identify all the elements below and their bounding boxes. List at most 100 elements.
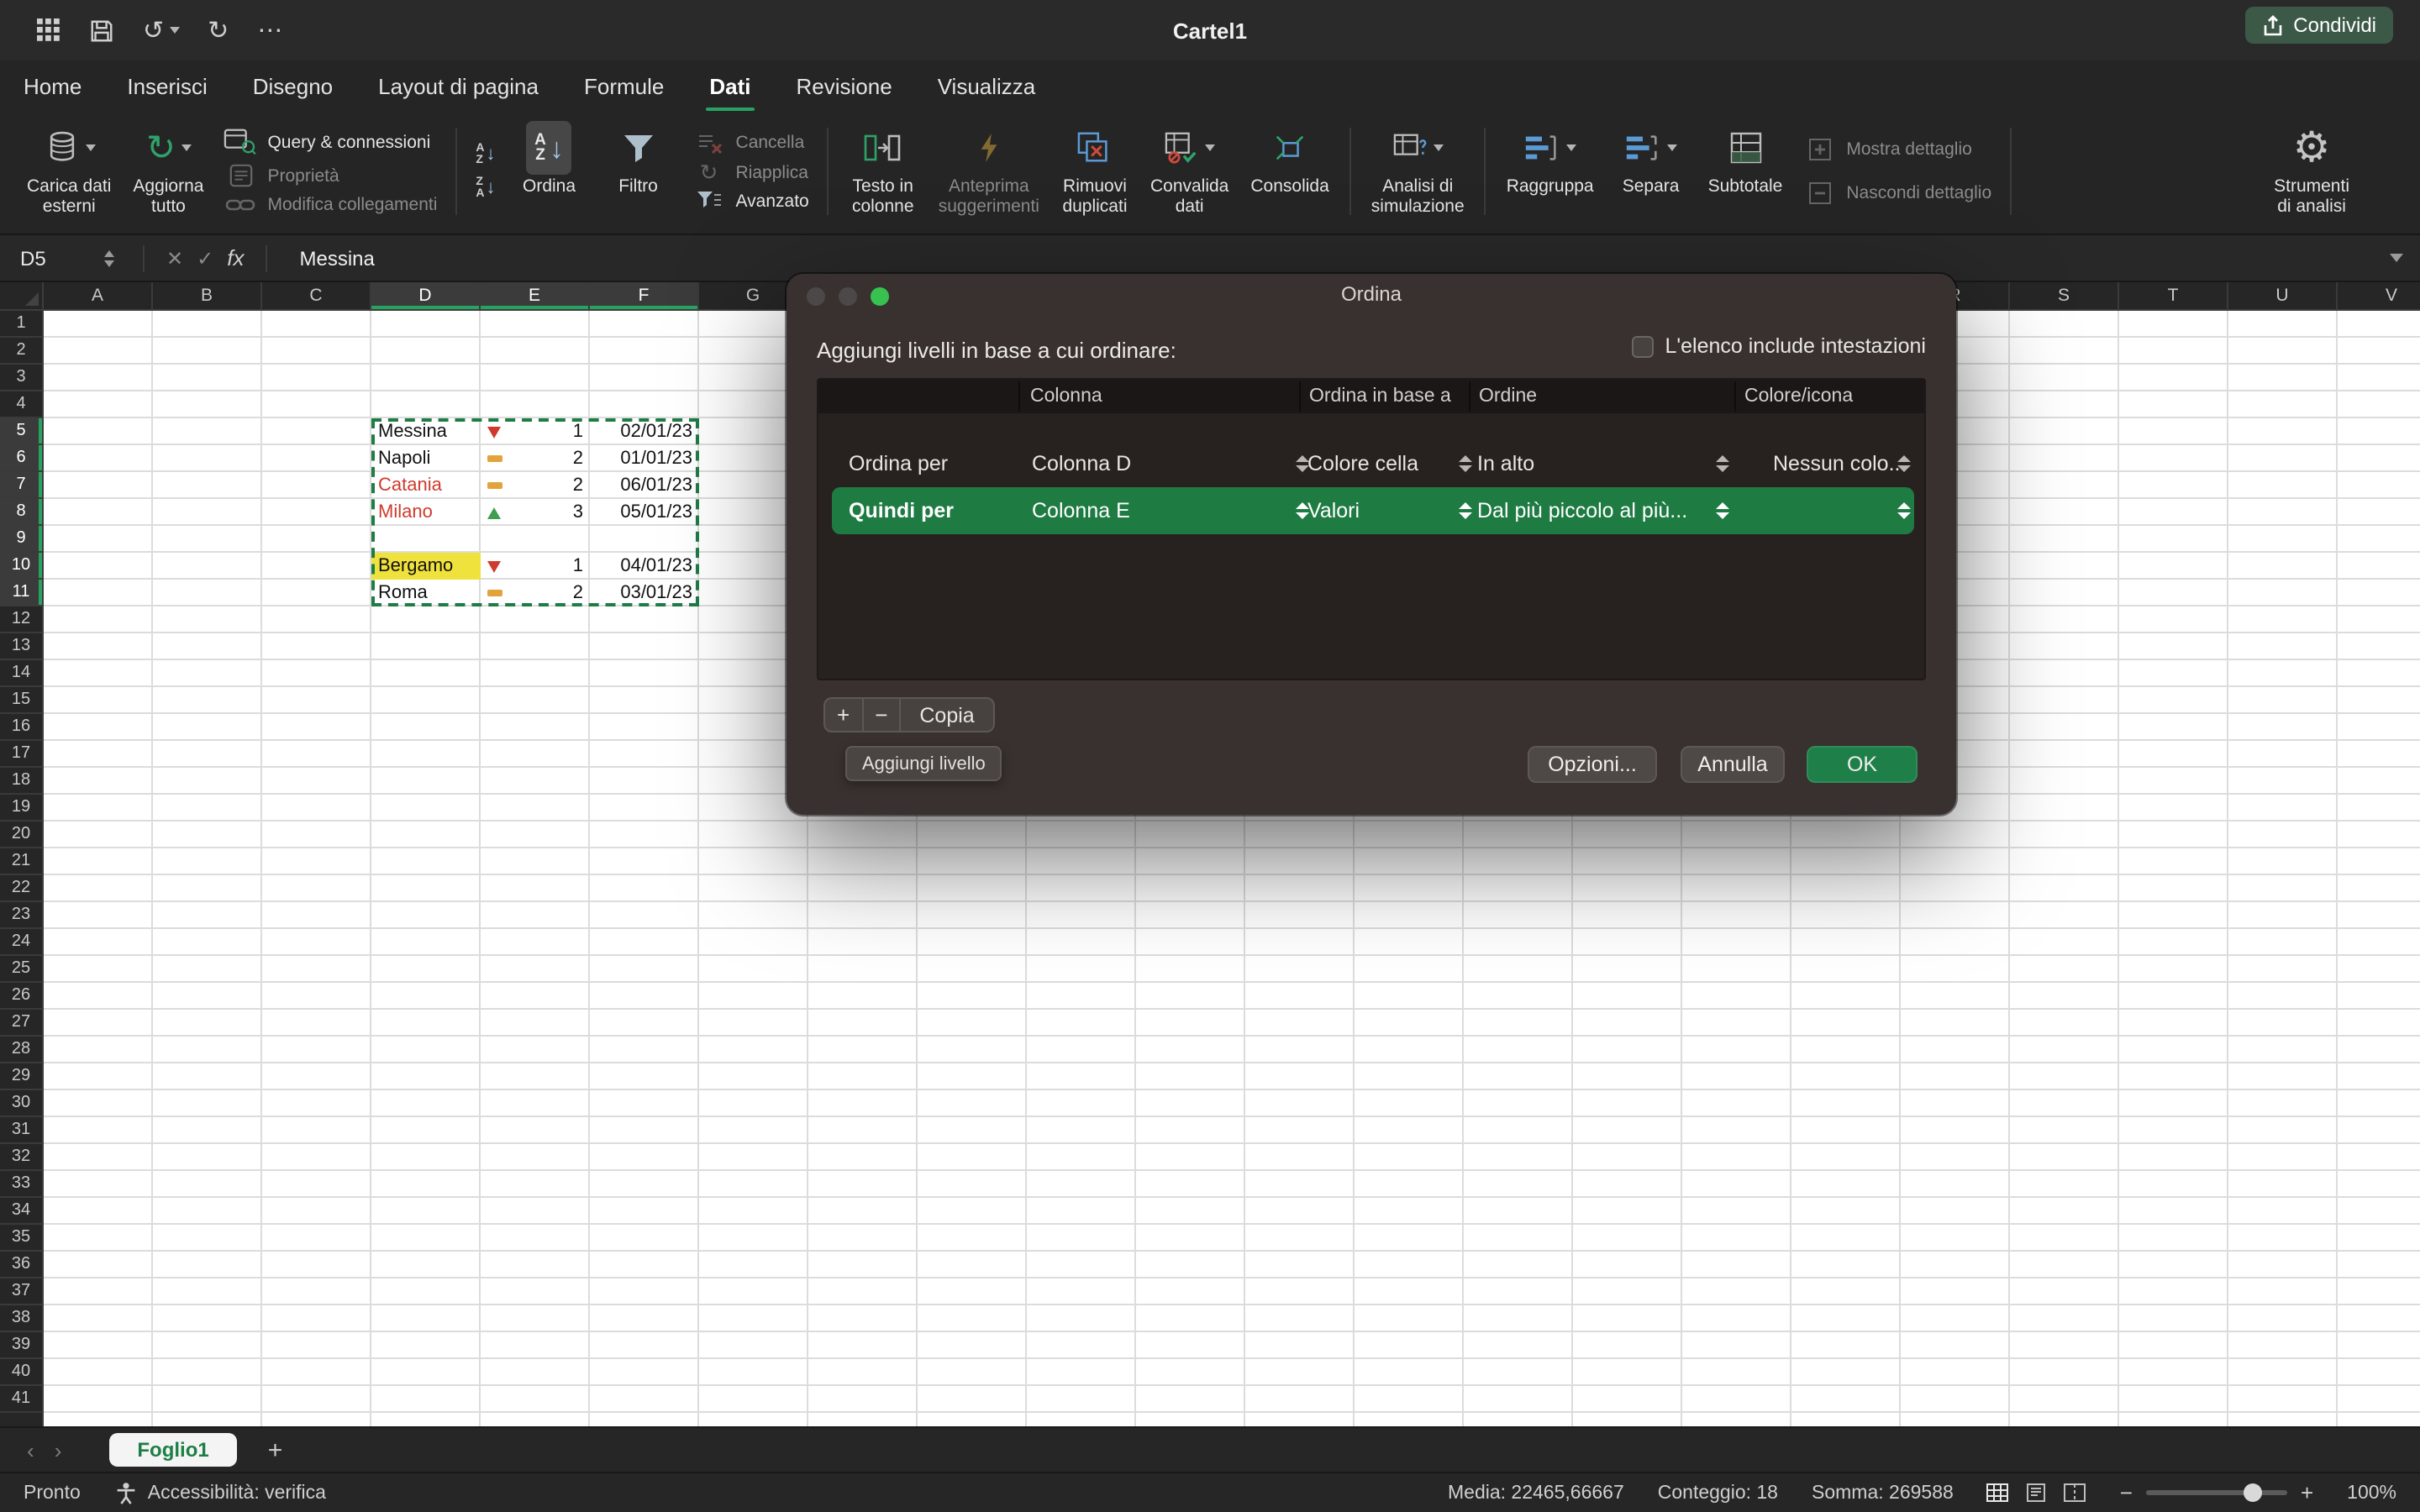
cell-D5[interactable]: Messina — [371, 418, 481, 445]
cell-F5[interactable]: 02/01/23 — [590, 418, 699, 445]
ordine-dropdown-stepper[interactable] — [1711, 451, 1733, 476]
row-header-2[interactable]: 2 — [0, 338, 42, 365]
row-header-31[interactable]: 31 — [0, 1117, 42, 1144]
row-header-33[interactable]: 33 — [0, 1171, 42, 1198]
cell-E11[interactable]: 2 — [481, 580, 590, 606]
column-header-D[interactable]: D — [371, 282, 481, 309]
row-header-7[interactable]: 7 — [0, 472, 42, 499]
cell-E10[interactable]: 1 — [481, 553, 590, 580]
row-header-40[interactable]: 40 — [0, 1359, 42, 1386]
select-all-corner[interactable] — [0, 282, 44, 311]
ordina-in-base-a-dropdown-stepper[interactable] — [1454, 498, 1476, 523]
row-header-36[interactable]: 36 — [0, 1252, 42, 1278]
tab-inserisci[interactable]: Inserisci — [127, 60, 207, 111]
row-header-25[interactable]: 25 — [0, 956, 42, 983]
zoom-out-icon[interactable]: − — [2120, 1480, 2133, 1505]
row-header-21[interactable]: 21 — [0, 848, 42, 875]
sort-za-button[interactable]: ZA↓ — [472, 176, 498, 200]
tab-dati[interactable]: Dati — [709, 60, 750, 111]
row-header-12[interactable]: 12 — [0, 606, 42, 633]
colore-icona-dropdown-stepper[interactable] — [1892, 451, 1914, 476]
row-header-17[interactable]: 17 — [0, 741, 42, 768]
accessibility-status[interactable]: Accessibilità: verifica — [114, 1481, 326, 1504]
row-header-3[interactable]: 3 — [0, 365, 42, 391]
share-button[interactable]: Condividi — [2244, 7, 2393, 44]
zoom-in-icon[interactable]: + — [2301, 1480, 2313, 1505]
ordine-dropdown-stepper[interactable] — [1711, 498, 1733, 523]
cell-E5[interactable]: 1 — [481, 418, 590, 445]
column-header-U[interactable]: U — [2228, 282, 2338, 309]
header-checkbox[interactable] — [1631, 335, 1653, 357]
raggruppa-button[interactable]: Raggruppa — [1498, 118, 1602, 225]
view-normal-icon[interactable] — [1987, 1483, 2009, 1502]
ordina-in-base-a-dropdown-stepper[interactable] — [1454, 451, 1476, 476]
name-box-stepper[interactable] — [104, 249, 114, 266]
row-header-9[interactable]: 9 — [0, 526, 42, 553]
row-header-35[interactable]: 35 — [0, 1225, 42, 1252]
sheet-tab-foglio1[interactable]: Foglio1 — [108, 1433, 237, 1467]
testo-in-colonne-button[interactable]: Testo incolonne — [841, 118, 925, 225]
rimuovi-duplicati-button[interactable]: Rimuoviduplicati — [1053, 118, 1137, 225]
remove-level-button[interactable]: − — [863, 699, 901, 731]
row-header-11[interactable]: 11 — [0, 580, 42, 606]
copy-level-button[interactable]: Copia — [901, 699, 992, 731]
row-header-15[interactable]: 15 — [0, 687, 42, 714]
cancel-entry-icon[interactable]: ✕ — [160, 246, 190, 270]
row-header-34[interactable]: 34 — [0, 1198, 42, 1225]
redo-icon[interactable]: ↻ — [208, 18, 229, 43]
row-header-10[interactable]: 10 — [0, 553, 42, 580]
ok-button[interactable]: OK — [1807, 746, 1918, 783]
tab-disegno[interactable]: Disegno — [253, 60, 333, 111]
formula-content[interactable]: Messina — [300, 246, 375, 270]
tab-layout-di-pagina[interactable]: Layout di pagina — [378, 60, 539, 111]
zoom-slider-thumb[interactable] — [2244, 1483, 2262, 1502]
row-header-27[interactable]: 27 — [0, 1010, 42, 1037]
add-sheet-icon[interactable]: + — [268, 1436, 283, 1464]
column-header-C[interactable]: C — [262, 282, 371, 309]
colore-icona-dropdown-stepper[interactable] — [1892, 498, 1914, 523]
cell-F6[interactable]: 01/01/23 — [590, 445, 699, 472]
cell-D10[interactable]: Bergamo — [371, 553, 481, 580]
name-box[interactable]: D5 — [0, 235, 104, 281]
row-header-39[interactable]: 39 — [0, 1332, 42, 1359]
cell-E6[interactable]: 2 — [481, 445, 590, 472]
row-header-23[interactable]: 23 — [0, 902, 42, 929]
analisi-simulazione-button[interactable]: Analisi disimulazione — [1363, 118, 1473, 225]
ordina-button[interactable]: AZ↓Ordina — [508, 118, 592, 225]
consolida-button[interactable]: Consolida — [1242, 118, 1337, 225]
undo-icon[interactable]: ↺ — [143, 18, 179, 43]
zoom-slider[interactable] — [2146, 1490, 2287, 1495]
cell-F8[interactable]: 05/01/23 — [590, 499, 699, 526]
row-header-32[interactable]: 32 — [0, 1144, 42, 1171]
row-header-37[interactable]: 37 — [0, 1278, 42, 1305]
row-header-13[interactable]: 13 — [0, 633, 42, 660]
row-header-28[interactable]: 28 — [0, 1037, 42, 1063]
row-header-18[interactable]: 18 — [0, 768, 42, 795]
cell-F7[interactable]: 06/01/23 — [590, 472, 699, 499]
avanzato-button[interactable]: Avanzato — [692, 190, 809, 212]
save-icon[interactable] — [89, 18, 114, 43]
column-header-V[interactable]: V — [2338, 282, 2420, 309]
separa-button[interactable]: Separa — [1607, 118, 1695, 225]
row-header-41[interactable]: 41 — [0, 1386, 42, 1413]
row-header-1[interactable]: 1 — [0, 311, 42, 338]
convalida-dati-button[interactable]: Convalidadati — [1142, 118, 1237, 225]
query-connessioni-button[interactable]: Query & connessioni — [224, 128, 437, 156]
add-level-button[interactable]: + — [825, 699, 863, 731]
more-icon[interactable]: ⋯ — [257, 18, 282, 43]
cell-E7[interactable]: 2 — [481, 472, 590, 499]
cell-F11[interactable]: 03/01/23 — [590, 580, 699, 606]
column-header-A[interactable]: A — [44, 282, 153, 309]
column-header-E[interactable]: E — [481, 282, 590, 309]
formula-bar-expand-icon[interactable] — [2390, 254, 2403, 262]
confirm-entry-icon[interactable]: ✓ — [190, 246, 220, 270]
cell-D6[interactable]: Napoli — [371, 445, 481, 472]
cell-D11[interactable]: Roma — [371, 580, 481, 606]
subtotale-button[interactable]: Subtotale — [1700, 118, 1791, 225]
filtro-button[interactable]: Filtro — [597, 118, 681, 225]
row-header-8[interactable]: 8 — [0, 499, 42, 526]
cell-E8[interactable]: 3 — [481, 499, 590, 526]
column-header-F[interactable]: F — [590, 282, 699, 309]
row-header-22[interactable]: 22 — [0, 875, 42, 902]
cell-D7[interactable]: Catania — [371, 472, 481, 499]
